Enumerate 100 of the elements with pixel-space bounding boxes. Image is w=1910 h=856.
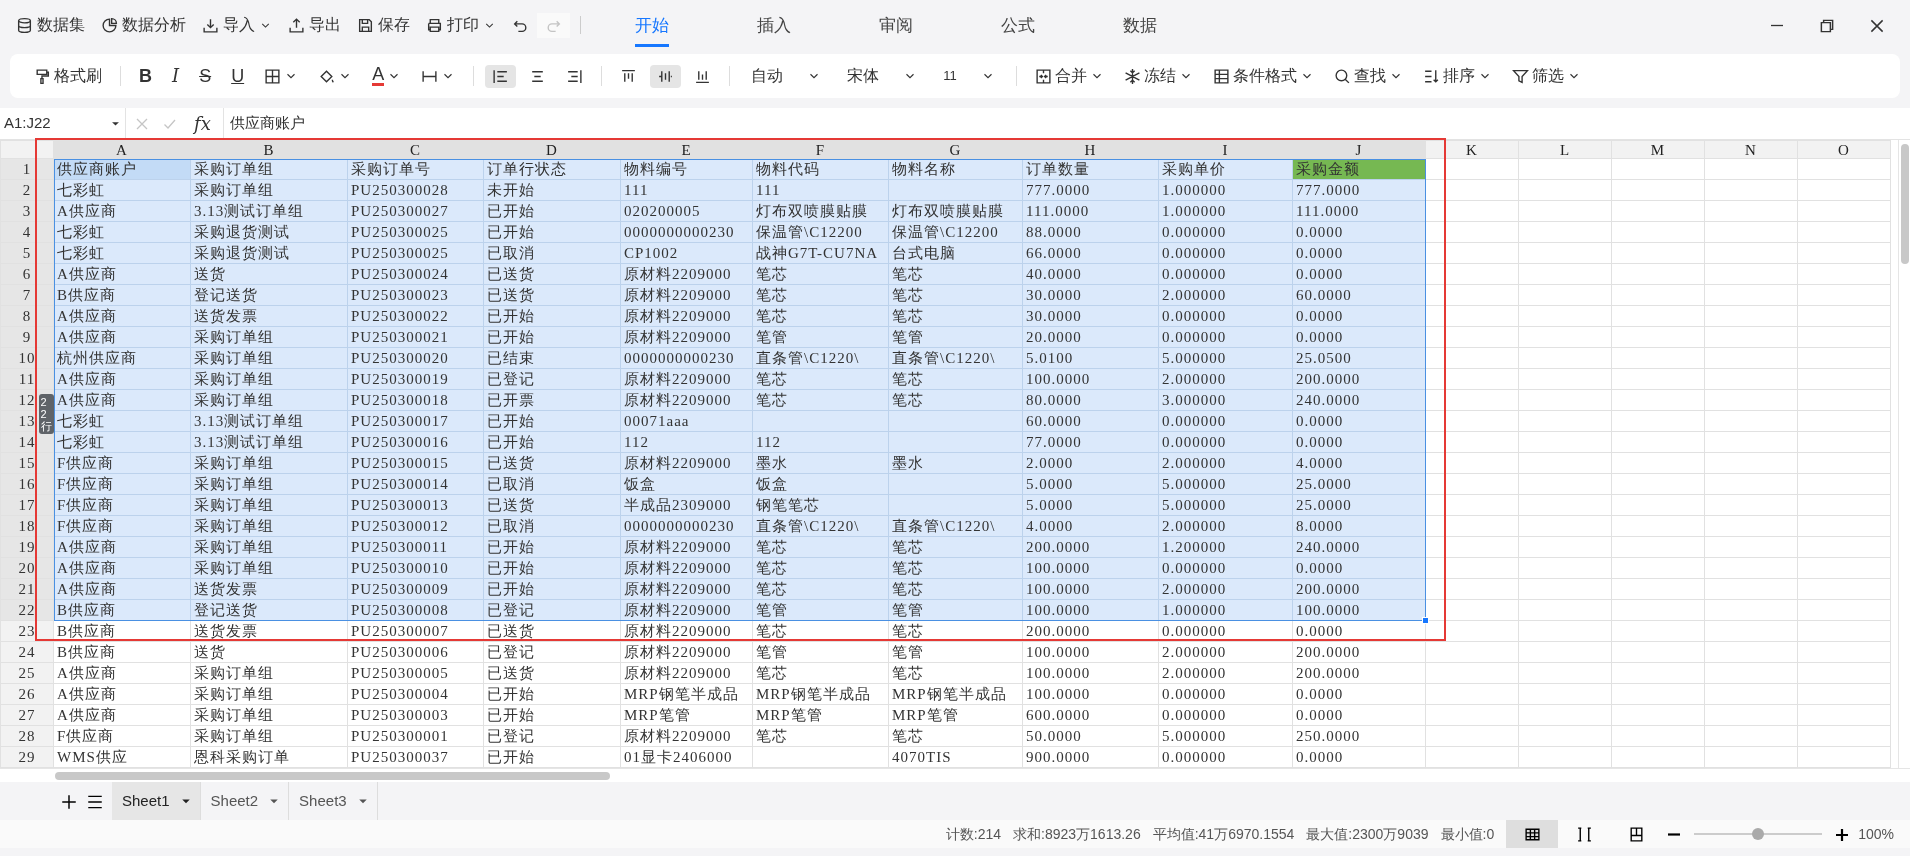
table-cell: 原材料2209000	[620, 641, 753, 663]
table-cell: 900.0000	[1022, 746, 1159, 768]
table-cell: B供应商	[53, 641, 191, 663]
table-cell: 0.000000	[1158, 620, 1293, 642]
row-header[interactable]: 27	[0, 704, 54, 726]
save-button[interactable]: 保存	[349, 9, 418, 41]
table-cell: 恩科采购订单	[190, 746, 348, 768]
row-header[interactable]: 29	[0, 746, 54, 768]
column-header[interactable]: G	[888, 140, 1023, 159]
table-cell: 已登记	[483, 641, 621, 663]
row-header[interactable]: 24	[0, 641, 54, 663]
table-cell: PU250300003	[347, 704, 484, 726]
column-header[interactable]: A	[53, 140, 191, 159]
upload-button[interactable]: 导出	[280, 9, 349, 41]
row-header[interactable]: 26	[0, 683, 54, 705]
align-top-icon	[620, 67, 638, 85]
table-cell: 200.0000	[1292, 662, 1426, 684]
formula-text[interactable]: 供应商账户	[223, 112, 305, 135]
horizontal-scrollbar[interactable]	[0, 768, 1910, 782]
print-button[interactable]: 打印	[418, 9, 504, 41]
table-cell: B供应商	[53, 620, 191, 642]
table-cell: 2.000000	[1158, 641, 1293, 663]
strikethrough-button[interactable]: S	[192, 63, 219, 89]
slider-thumb[interactable]	[1752, 828, 1765, 840]
vertical-scrollbar[interactable]	[1898, 140, 1910, 768]
plus-icon	[1834, 826, 1851, 843]
freeze-button[interactable]: 冻结	[1116, 61, 1200, 91]
pie-button[interactable]: 数据分析	[93, 9, 194, 41]
column-header[interactable]: E	[620, 140, 753, 159]
column-header[interactable]: H	[1022, 140, 1159, 159]
ribbon-tab[interactable]: 数据	[1123, 2, 1157, 48]
row-header[interactable]: 28	[0, 725, 54, 747]
table-icon	[1212, 67, 1230, 85]
column-header[interactable]: C	[347, 140, 484, 159]
table-cell: 已送货	[483, 662, 621, 684]
dropdown-select[interactable]: 宋体	[837, 63, 928, 89]
ribbon-tab[interactable]: 插入	[757, 2, 791, 48]
row-header[interactable]: 25	[0, 662, 54, 684]
table-cell: MRP笔管	[620, 704, 753, 726]
align-left-button[interactable]	[485, 64, 517, 88]
table-cell: 笔管	[888, 641, 1023, 663]
column-header[interactable]: O	[1797, 140, 1891, 159]
table-cell: 0.000000	[1158, 746, 1293, 768]
dropdown-select[interactable]: 自动	[741, 63, 832, 89]
table-cell: 2.000000	[1158, 662, 1293, 684]
font-color-button[interactable]: A	[365, 63, 409, 89]
column-header[interactable]: K	[1425, 140, 1519, 159]
column-header[interactable]: L	[1518, 140, 1612, 159]
table-cell: PU250300001	[347, 725, 484, 747]
download-button[interactable]: 导入	[194, 9, 280, 41]
table-cell: PU250300004	[347, 683, 484, 705]
table-cell: 0.0000	[1292, 683, 1426, 705]
column-header[interactable]: D	[483, 140, 621, 159]
table-cell: 原材料2209000	[620, 662, 753, 684]
column-header[interactable]: F	[752, 140, 889, 159]
italic-button[interactable]: I	[165, 63, 187, 89]
table-cell: 原材料2209000	[620, 725, 753, 747]
column-header[interactable]: B	[190, 140, 348, 159]
scrollbar-thumb[interactable]	[1901, 144, 1909, 264]
column-header[interactable]: J	[1292, 140, 1426, 159]
column-header[interactable]: I	[1158, 140, 1293, 159]
table-cell: 已开始	[483, 704, 621, 726]
table-cell: A供应商	[53, 683, 191, 705]
sheet-tab[interactable]: Sheet1	[112, 782, 201, 820]
table-cell: 笔芯	[888, 662, 1023, 684]
table-cell: 已开始	[483, 683, 621, 705]
sort-button[interactable]: 排序	[1415, 61, 1499, 91]
border-grid-icon	[264, 67, 282, 85]
table-cell: PU250300037	[347, 746, 484, 768]
merge-button[interactable]: 合并	[1027, 61, 1111, 91]
table-cell: 5.000000	[1158, 725, 1293, 747]
database-button[interactable]: 数据集	[8, 9, 93, 41]
ribbon-tab[interactable]: 公式	[1001, 2, 1035, 48]
scrollbar-thumb[interactable]	[55, 772, 610, 780]
view-mode-button[interactable]	[1506, 820, 1559, 848]
page-break-icon	[1575, 826, 1593, 844]
paint-bucket-icon	[318, 67, 336, 85]
find-button[interactable]: 查找	[1326, 61, 1410, 91]
search-icon	[1333, 67, 1351, 85]
filter-button[interactable]: 筛选	[1504, 61, 1588, 91]
bold-button[interactable]: B	[132, 63, 159, 89]
ribbon-tab[interactable]: 审阅	[879, 2, 913, 48]
underline-button[interactable]: U	[224, 63, 252, 89]
table-cell: 4070TIS	[888, 746, 1023, 768]
ribbon-tab[interactable]: 开始	[635, 2, 669, 48]
status-text: 最大值:2300万9039	[1306, 824, 1429, 844]
conditional-button[interactable]: 条件格式	[1205, 61, 1321, 91]
dropdown-select[interactable]: 11	[933, 63, 1005, 89]
fill-handle[interactable]	[1421, 616, 1429, 624]
valign-middle-button[interactable]	[650, 64, 682, 88]
printer-icon	[426, 16, 443, 34]
function-label[interactable]: fx	[182, 110, 223, 137]
column-header[interactable]: M	[1611, 140, 1705, 159]
table-cell: 100.0000	[1022, 683, 1159, 705]
column-header[interactable]: N	[1704, 140, 1798, 159]
brush-button[interactable]: 格式刷	[27, 61, 109, 91]
minimize-icon	[1666, 833, 1683, 837]
download-icon	[202, 16, 219, 34]
table-cell: 送货	[190, 641, 348, 663]
paintbrush-icon	[34, 67, 51, 85]
